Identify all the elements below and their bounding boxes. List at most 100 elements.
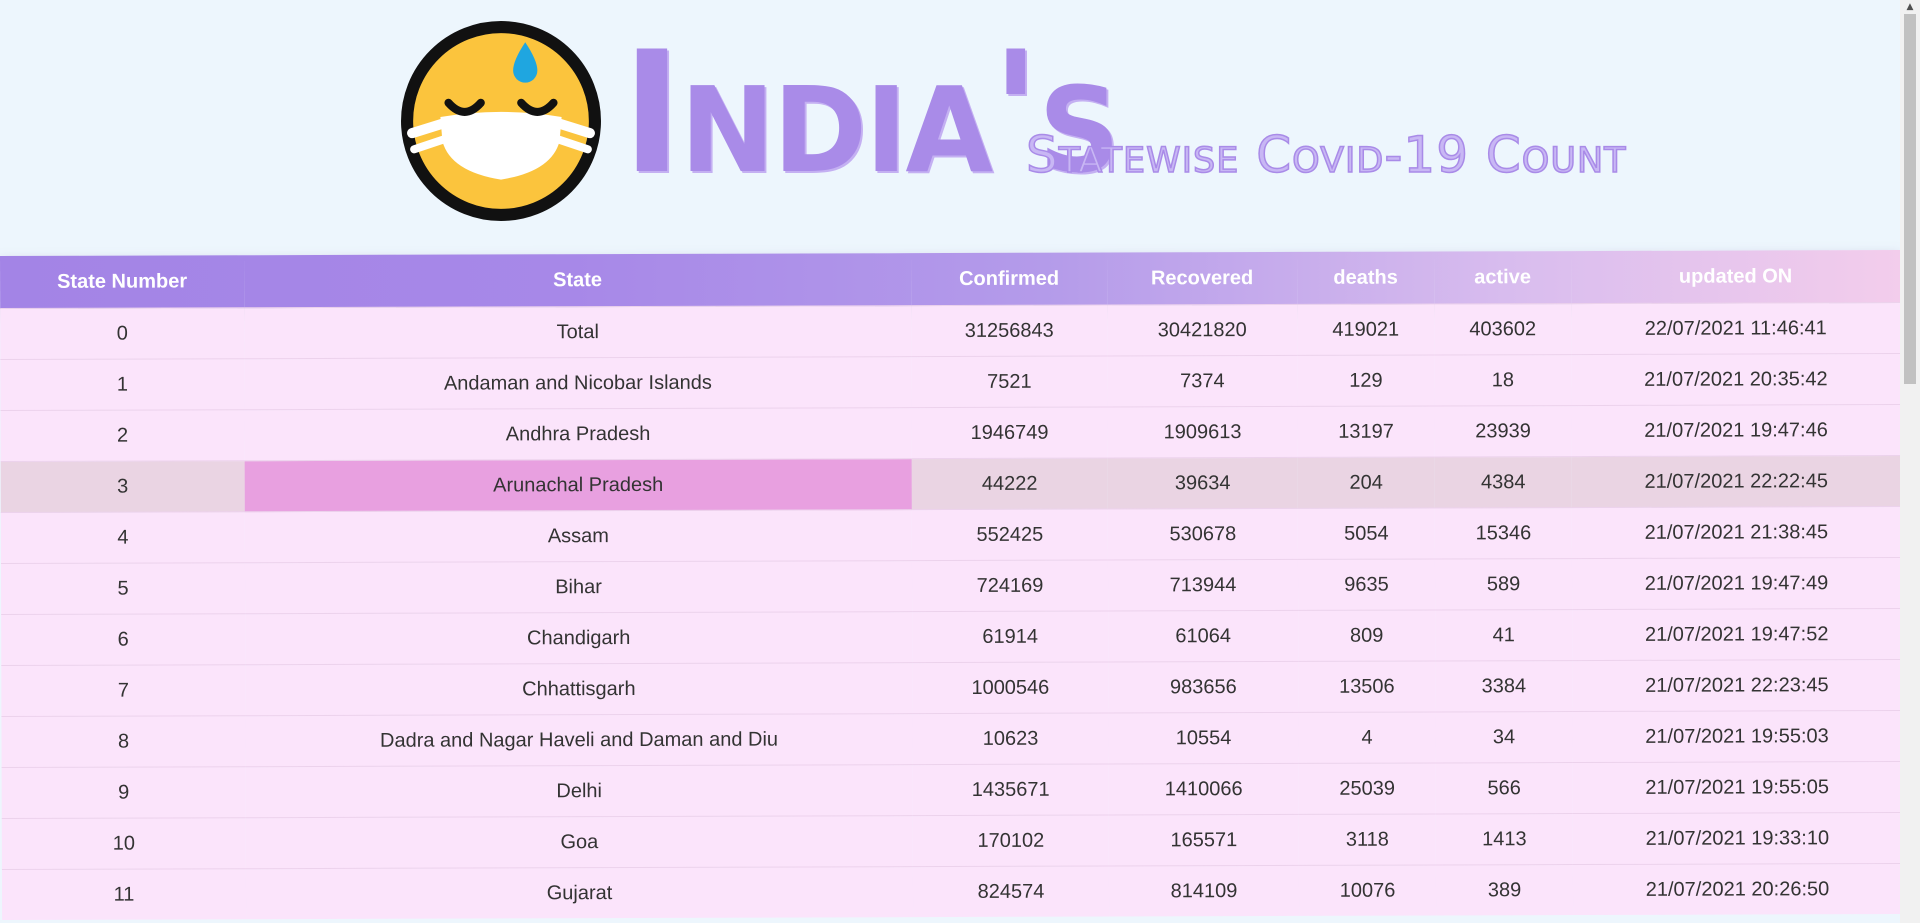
table-header-row: State Number State Confirmed Recovered death… (0, 250, 1900, 309)
table-cell: 3384 (1481, 674, 1527, 697)
table-cell: 34 (1492, 725, 1516, 748)
table-cell: 170102 (977, 829, 1045, 852)
site-subtitle: Statewise Covid-19 Count (1025, 125, 1627, 185)
table-cell: 5054 (1344, 522, 1389, 545)
table-cell: 61914 (982, 625, 1039, 648)
table-cell: 30421820 (1157, 318, 1247, 341)
table-cell: 389 (1487, 878, 1522, 901)
table-cell: 10 (112, 832, 136, 855)
table-row: 7 Chhattisgarh 1000546 983656 13506 3384 21/07… (1, 659, 1900, 717)
table-cell: 21/07/2021 22:23:45 (1645, 673, 1829, 697)
table-cell: 10623 (982, 727, 1039, 750)
table-cell: 61064 (1175, 624, 1232, 647)
table-cell: 10554 (1175, 726, 1232, 749)
scrollbar-thumb[interactable] (1904, 14, 1916, 384)
column-header: updated ON (1678, 264, 1793, 288)
table-cell: 8 (117, 730, 130, 753)
state-cell: Goa (560, 830, 599, 853)
state-cell: Assam (547, 524, 609, 547)
page-viewport: India's Statewise Covid-19 Count State N… (0, 0, 1900, 923)
table-cell: 21/07/2021 21:38:45 (1644, 520, 1829, 544)
table-cell: 11 (113, 883, 135, 906)
table-cell: 589 (1486, 572, 1521, 595)
table-cell: 403602 (1469, 317, 1537, 340)
table-cell: 21/07/2021 20:26:50 (1645, 877, 1830, 901)
table-cell: 21/07/2021 19:47:46 (1644, 418, 1828, 442)
table-cell: 21/07/2021 19:55:05 (1645, 775, 1829, 799)
table-cell: 724169 (976, 574, 1044, 597)
table-cell: 25039 (1339, 777, 1396, 800)
table-cell: 39634 (1174, 471, 1231, 494)
table-cell: 21/07/2021 19:55:03 (1645, 724, 1829, 748)
table-cell: 44222 (981, 472, 1038, 495)
table-cell: 9635 (1344, 573, 1389, 596)
masked-sweating-face-icon (401, 21, 601, 221)
table-cell: 1413 (1482, 827, 1527, 850)
table-cell: 7 (117, 679, 129, 702)
table-row: 0 Total 31256843 30421820 419021 403602 22/07/… (0, 302, 1900, 360)
table-cell: 3118 (1345, 828, 1389, 851)
state-cell: Chandigarh (526, 626, 631, 649)
table-cell: 2 (116, 424, 129, 447)
table-row: 2 Andhra Pradesh 1946749 1909613 13197 23939 2… (0, 404, 1900, 462)
table-row: 6 Chandigarh 61914 61064 809 41 21/07/2021 19:… (1, 608, 1900, 666)
table-cell: 129 (1349, 369, 1383, 392)
column-header: deaths (1333, 266, 1398, 289)
column-header: active (1474, 265, 1531, 288)
table-cell: 1410066 (1164, 777, 1243, 800)
table-cell: 4 (117, 526, 129, 549)
table-row: 10 Goa 170102 165571 3118 1413 21/07/2021 19:3… (1, 812, 1900, 870)
table-cell: 9 (118, 781, 130, 804)
state-cell: Dadra and Nagar Haveli and Daman and Diu (379, 728, 779, 752)
table-body: 0 Total 31256843 30421820 419021 403602 22/07/… (0, 302, 1900, 920)
state-cell: Bihar (555, 575, 602, 598)
table-cell: 814109 (1170, 879, 1238, 902)
table-cell: 1909613 (1163, 420, 1242, 443)
table-cell: 204 (1349, 471, 1383, 494)
covid-table: State Number State Confirmed Recovered death… (0, 250, 1900, 920)
table-cell: 18 (1491, 368, 1515, 391)
table-cell: 3 (117, 475, 129, 498)
table-cell: 21/07/2021 22:22:45 (1644, 469, 1828, 493)
state-cell: Arunachal Pradesh (244, 458, 912, 512)
table-cell: 419021 (1332, 318, 1400, 341)
table-cell: 1435671 (971, 778, 1050, 801)
table-cell: 15346 (1475, 521, 1532, 544)
scroll-up-arrow-icon[interactable]: ▲ (1900, 0, 1920, 14)
table-cell: 4384 (1480, 470, 1526, 493)
covid-table-container: State Number State Confirmed Recovered death… (0, 250, 1900, 920)
table-cell: 552425 (976, 523, 1044, 546)
table-cell: 13506 (1339, 675, 1395, 698)
table-cell: 165571 (1170, 828, 1238, 851)
table-cell: 530678 (1169, 522, 1237, 545)
table-cell: 5 (117, 577, 129, 600)
state-cell: Andhra Pradesh (505, 422, 651, 445)
state-cell: Andaman and Nicobar Islands (443, 371, 712, 395)
table-row: 4 Assam 552425 530678 5054 15346 21/07/2021 21… (0, 506, 1900, 564)
table-cell: 0 (116, 322, 128, 345)
table-cell: 4 (1361, 726, 1373, 749)
table-cell: 7374 (1180, 369, 1225, 392)
table-cell: 10076 (1339, 879, 1396, 902)
table-row: 3 Arunachal Pradesh 44222 39634 204 4384 21/07… (0, 455, 1900, 513)
table-cell: 1 (116, 373, 129, 396)
state-cell: Total (556, 320, 599, 343)
column-header: State Number (57, 269, 188, 293)
state-cell: Delhi (556, 779, 602, 802)
state-cell: Chhattisgarh (522, 677, 636, 700)
table-cell: 566 (1487, 776, 1521, 799)
table-cell: 22/07/2021 11:46:41 (1644, 316, 1827, 340)
vertical-scrollbar[interactable]: ▲ (1900, 0, 1920, 923)
table-cell: 809 (1349, 624, 1384, 647)
table-cell: 23939 (1475, 419, 1531, 442)
table-cell: 713944 (1169, 573, 1237, 596)
table-cell: 983656 (1169, 675, 1237, 698)
table-cell: 7521 (987, 370, 1032, 393)
table-cell: 21/07/2021 19:47:52 (1644, 622, 1829, 646)
table-row: 11 Gujarat 824574 814109 10076 389 21/07/2021 … (1, 863, 1900, 920)
table-cell: 6 (117, 628, 129, 651)
table-cell: 21/07/2021 19:33:10 (1645, 826, 1830, 850)
page-header: India's Statewise Covid-19 Count (0, 0, 1900, 262)
table-row: 1 Andaman and Nicobar Islands 7521 7374 129 1… (0, 353, 1900, 411)
state-cell: Gujarat (546, 881, 613, 904)
